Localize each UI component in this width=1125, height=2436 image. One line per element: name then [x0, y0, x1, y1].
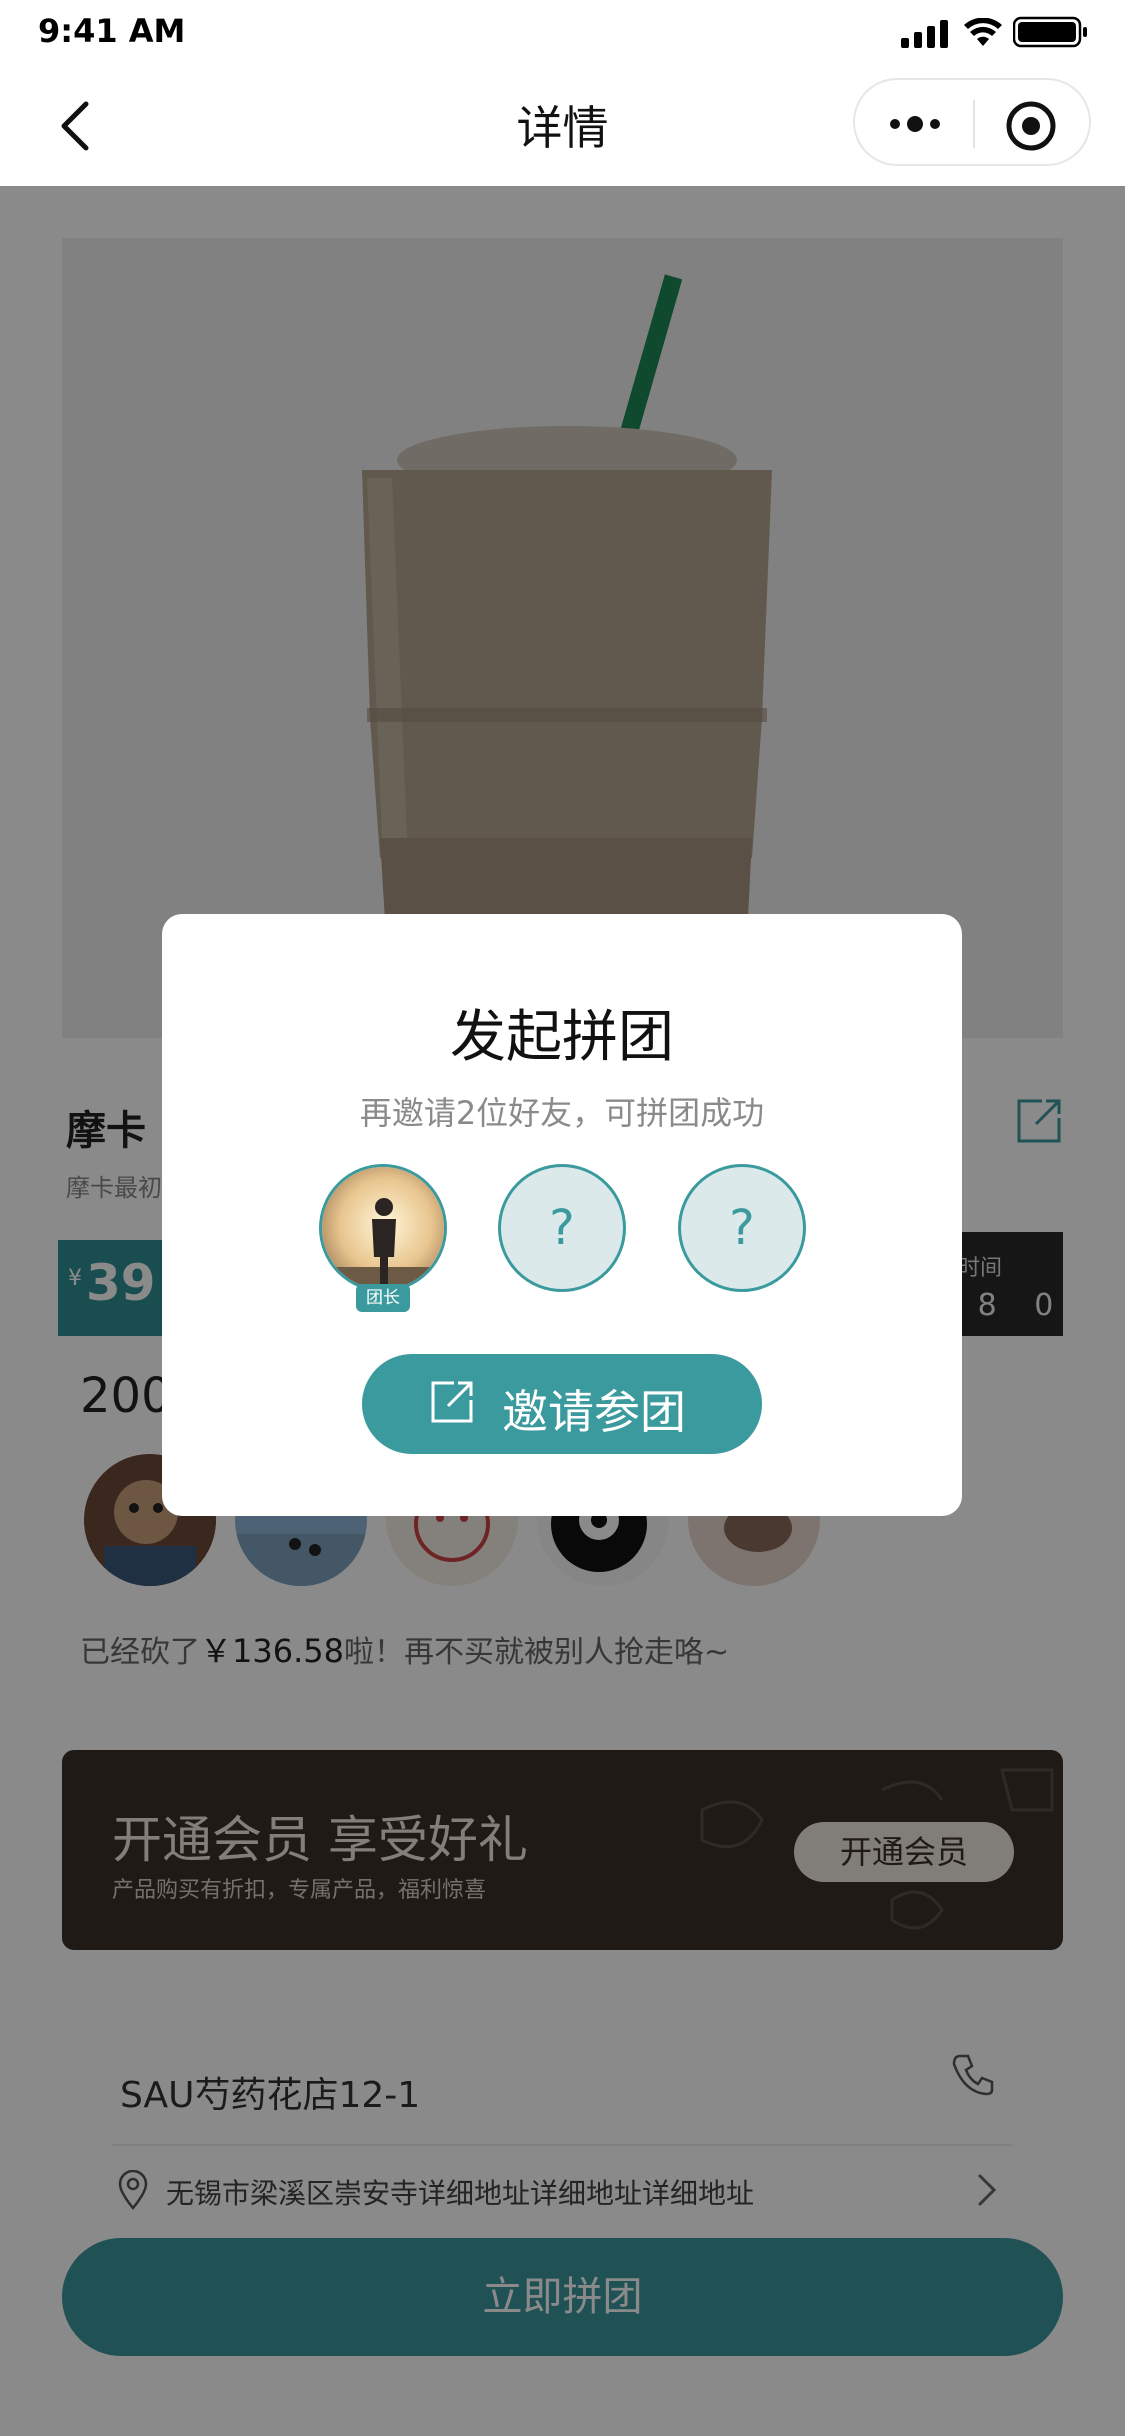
wifi-icon — [964, 18, 1002, 46]
empty-slot-2: ? — [678, 1164, 806, 1292]
status-time: 9:41 AM — [38, 12, 186, 50]
mini-program-capsule — [853, 78, 1091, 166]
leader-avatar — [319, 1164, 447, 1292]
modal-subtitle: 再邀请2位好友，可拼团成功 — [359, 1094, 765, 1132]
modal-title: 发起拼团 — [450, 1005, 674, 1070]
status-icons — [901, 16, 1089, 48]
share-icon — [431, 1381, 473, 1423]
signal-icon — [901, 20, 948, 48]
close-target-icon[interactable] — [1005, 100, 1057, 152]
empty-slot-1: ? — [498, 1164, 626, 1292]
more-icon[interactable] — [885, 106, 945, 142]
leader-badge: 团长 — [356, 1284, 410, 1312]
capsule-divider — [973, 100, 975, 148]
battery-icon — [1013, 16, 1087, 48]
invite-join-label: 邀请参团 — [502, 1385, 686, 1439]
